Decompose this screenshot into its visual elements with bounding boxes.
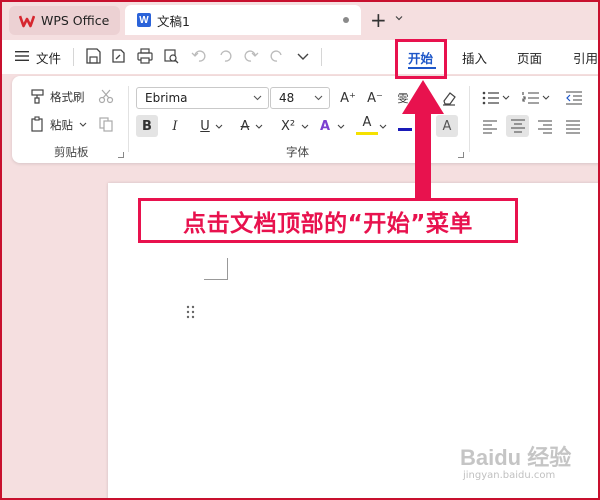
undo-icon[interactable] <box>190 47 208 65</box>
divider <box>469 86 470 152</box>
numbered-list-icon[interactable] <box>522 91 540 105</box>
unsaved-dot-icon[interactable] <box>343 17 349 23</box>
new-tab-chevron-down-icon[interactable] <box>395 14 403 22</box>
watermark-url: jingyan.baidu.com <box>463 470 556 481</box>
copy-icon[interactable] <box>98 116 114 132</box>
font-dialog-launcher-icon[interactable] <box>458 152 464 158</box>
redo-dropdown-icon[interactable] <box>268 47 286 65</box>
divider <box>321 48 322 66</box>
menu-hamburger-icon[interactable] <box>15 50 29 62</box>
numbered-list-chevron-down-icon[interactable] <box>542 95 550 101</box>
print-icon[interactable] <box>136 47 154 65</box>
paste-chevron-down-icon[interactable] <box>79 122 87 128</box>
page-margin-corner <box>204 258 228 280</box>
chevron-down-icon <box>253 95 262 101</box>
text-effect-chevron-down-icon[interactable] <box>337 124 345 130</box>
redo-icon[interactable] <box>242 47 260 65</box>
justify-icon[interactable] <box>565 120 581 134</box>
quick-access-chevron-down-icon[interactable] <box>294 47 312 65</box>
paste-icon[interactable] <box>30 116 46 132</box>
annotation-arrow-icon <box>402 80 444 200</box>
wps-logo-icon <box>19 15 35 27</box>
underline-chevron-down-icon[interactable] <box>215 124 223 130</box>
tab-reference[interactable]: 引用 <box>573 48 598 67</box>
highlight-chevron-down-icon[interactable] <box>379 124 387 130</box>
format-painter-icon[interactable] <box>30 88 46 104</box>
font-size-select[interactable]: 48 <box>270 87 330 109</box>
grow-font-button[interactable]: A⁺ <box>337 87 359 109</box>
paragraph-drag-handle-icon[interactable] <box>186 305 196 319</box>
underline-button[interactable]: U <box>194 115 216 137</box>
save-icon[interactable] <box>84 47 102 65</box>
menu-bar: 文件 开始 插入 页面 引用 <box>0 40 600 74</box>
tab-bar: WPS Office W 文稿1 + <box>0 0 600 40</box>
annotation-highlight-box <box>395 39 447 79</box>
print-preview-icon[interactable] <box>162 47 180 65</box>
tab-document[interactable]: W 文稿1 <box>125 5 361 35</box>
font-size-value: 48 <box>279 91 295 105</box>
font-name-select[interactable]: Ebrima <box>136 87 269 109</box>
decrease-indent-icon[interactable] <box>565 91 583 105</box>
new-tab-plus-icon[interactable]: + <box>370 8 387 32</box>
tab-insert[interactable]: 插入 <box>462 48 487 67</box>
chevron-down-icon <box>314 95 323 101</box>
divider <box>128 86 129 152</box>
bold-button[interactable]: B <box>136 115 158 137</box>
align-center-button[interactable] <box>506 115 529 137</box>
text-effect-button[interactable]: A <box>314 115 336 137</box>
align-right-icon[interactable] <box>537 120 553 134</box>
bullet-list-icon[interactable] <box>482 91 500 105</box>
annotation-callout: 点击文档顶部的“开始”菜单 <box>138 198 518 243</box>
font-name-value: Ebrima <box>145 91 188 105</box>
superscript-chevron-down-icon[interactable] <box>301 124 309 130</box>
shrink-font-button[interactable]: A⁻ <box>364 87 386 109</box>
bullet-list-chevron-down-icon[interactable] <box>502 95 510 101</box>
format-painter-button[interactable]: 格式刷 <box>50 89 85 105</box>
word-doc-icon: W <box>137 13 151 27</box>
strikethrough-button[interactable]: A <box>234 115 256 137</box>
align-center-icon <box>511 119 525 133</box>
align-left-icon[interactable] <box>482 120 498 134</box>
cut-icon[interactable] <box>98 88 114 104</box>
divider <box>73 48 74 66</box>
tab-document-label: 文稿1 <box>157 13 190 29</box>
superscript-button[interactable]: X² <box>275 115 301 137</box>
tab-page[interactable]: 页面 <box>517 48 542 67</box>
ribbon-toolbar: 格式刷 粘贴 剪贴板 Ebrima 48 A⁺ A⁻ 雯 B I U A X² … <box>12 76 600 163</box>
italic-button[interactable]: I <box>164 115 186 137</box>
tab-wps-office[interactable]: WPS Office <box>9 6 120 35</box>
font-group-label: 字体 <box>286 145 309 159</box>
clipboard-group-label: 剪贴板 <box>54 145 89 159</box>
tab-wps-office-label: WPS Office <box>41 13 110 28</box>
file-menu[interactable]: 文件 <box>36 48 61 67</box>
clipboard-dialog-launcher-icon[interactable] <box>118 152 124 158</box>
export-pdf-icon[interactable] <box>109 47 127 65</box>
paste-button[interactable]: 粘贴 <box>50 117 73 133</box>
undo-dropdown-icon[interactable] <box>216 47 234 65</box>
strikethrough-chevron-down-icon[interactable] <box>255 124 263 130</box>
highlight-button[interactable]: A <box>356 113 378 135</box>
watermark-logo: Baidu 经验 <box>460 445 572 470</box>
